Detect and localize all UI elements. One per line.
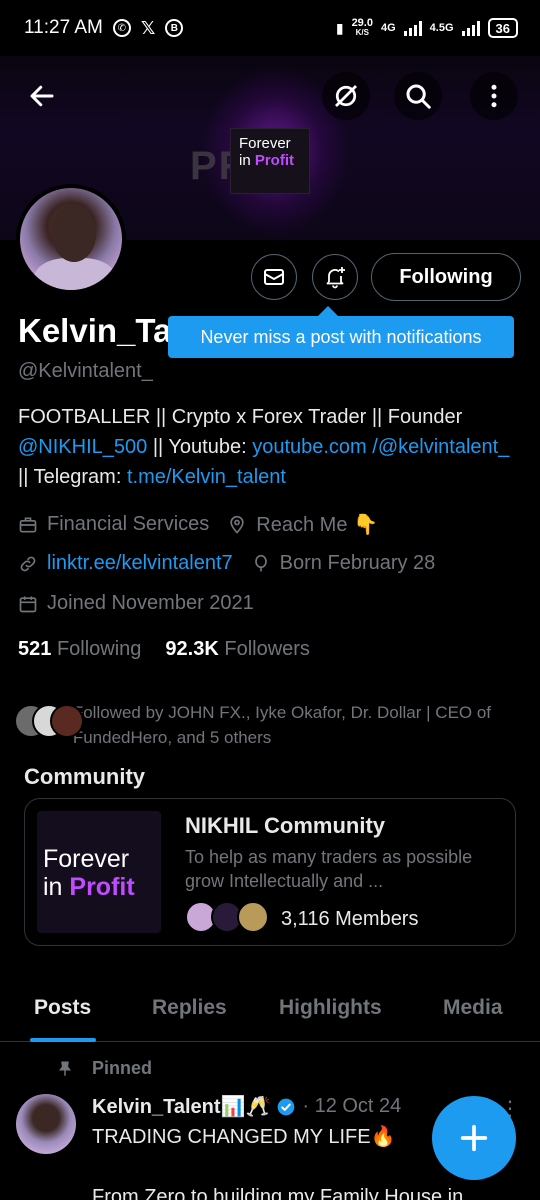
tab-highlights[interactable]: Highlights xyxy=(279,996,382,1020)
more-vertical-icon xyxy=(491,84,497,108)
bio-telegram-link[interactable]: t.me/Kelvin_talent xyxy=(127,466,286,488)
tab-replies[interactable]: Replies xyxy=(152,996,227,1020)
community-logo: Forever in Profit xyxy=(37,811,161,933)
search-icon xyxy=(406,84,431,109)
post-date: · 12 Oct 24 xyxy=(302,1095,402,1117)
website-link[interactable]: linktr.ee/kelvintalent7 xyxy=(47,552,233,575)
balloon-icon xyxy=(254,554,267,571)
followed-by-avatars xyxy=(14,704,84,740)
joined-label: Joined November 2021 xyxy=(47,592,254,614)
community-members: 3,116 Members xyxy=(185,901,418,937)
following-button[interactable]: Following xyxy=(371,253,521,301)
followed-by[interactable]: Followed by JOHN FX., Iyke Okafor, Dr. D… xyxy=(14,700,524,750)
community-heading: Community xyxy=(24,764,145,789)
profile-avatar[interactable] xyxy=(16,184,126,294)
battery-indicator: 36 xyxy=(487,18,518,38)
followed-by-text: Followed by JOHN FX., Iyke Okafor, Dr. D… xyxy=(72,703,492,747)
verified-badge-icon xyxy=(278,1098,295,1115)
link-icon xyxy=(20,556,36,571)
status-bar: 11:27 AM ✆ 𝕏 B ▮ 29.0 K/S 4G 4.5G 36 xyxy=(0,0,540,56)
tab-media[interactable]: Media xyxy=(443,996,503,1020)
more-button[interactable] xyxy=(470,72,518,120)
network-type-2: 4.5G xyxy=(429,22,454,34)
bio-mention-link[interactable]: @NIKHIL_500 xyxy=(18,436,147,458)
community-card[interactable]: Forever in Profit NIKHIL Community To he… xyxy=(24,798,516,946)
category-label: Financial Services xyxy=(47,513,210,535)
grok-icon xyxy=(335,85,357,107)
message-button[interactable] xyxy=(251,254,297,300)
whatsapp-icon: ✆ xyxy=(112,19,131,37)
network-type-1: 4G xyxy=(380,22,396,34)
follow-counts: 521 Following 92.3K Followers xyxy=(18,638,310,661)
profile-meta-row-1: Financial Services Reach Me 👇 xyxy=(18,512,378,537)
back-button[interactable] xyxy=(18,72,66,120)
user-handle: @Kelvintalent_ xyxy=(18,360,153,382)
followers-count[interactable]: 92.3K Followers xyxy=(165,638,310,661)
active-tab-indicator xyxy=(30,1038,96,1042)
community-description: To help as many traders as possible grow… xyxy=(185,847,473,891)
search-button[interactable] xyxy=(394,72,442,120)
signal-icon-2 xyxy=(461,20,480,36)
location-label: Reach Me 👇 xyxy=(256,514,378,536)
profile-meta-row-3: Joined November 2021 xyxy=(18,592,254,615)
display-name: Kelvin_Tal xyxy=(18,312,181,349)
birthday-label: Born February 28 xyxy=(279,552,436,574)
profile-tabs: Posts Replies Highlights Media xyxy=(0,980,540,1042)
back-arrow-icon xyxy=(30,85,54,107)
post-text: TRADING CHANGED MY LIFE🔥 xyxy=(92,1126,396,1148)
profile-bio: FOOTBALLER || Crypto x Forex Trader || F… xyxy=(18,406,510,488)
post-author[interactable]: Kelvin_Talent📊🥂 xyxy=(92,1094,270,1119)
status-time: 11:27 AM xyxy=(24,17,103,38)
banner-logo: Forever in Profit xyxy=(230,128,310,194)
tab-posts[interactable]: Posts xyxy=(34,996,91,1020)
avatar xyxy=(237,901,269,933)
network-speed: 29.0 K/S xyxy=(351,17,373,38)
post-text-line2: From Zero to building my Family House in xyxy=(92,1186,464,1200)
location-icon xyxy=(230,515,244,534)
plus-icon xyxy=(460,1124,488,1152)
x-icon: 𝕏 xyxy=(140,17,156,38)
pin-icon xyxy=(59,1061,71,1076)
member-avatars xyxy=(185,901,271,937)
notification-tooltip[interactable]: Never miss a post with notifications xyxy=(168,306,514,358)
avatar xyxy=(50,704,84,738)
compose-button[interactable] xyxy=(432,1096,516,1180)
bio-youtube-link[interactable]: youtube.com /@kelvintalent_ xyxy=(252,436,509,458)
pinned-label: Pinned xyxy=(56,1058,152,1079)
bell-plus-icon xyxy=(326,267,345,289)
grok-button[interactable] xyxy=(322,72,370,120)
briefcase-icon xyxy=(19,517,37,532)
post-header: Kelvin_Talent📊🥂 · 12 Oct 24 xyxy=(92,1094,401,1119)
mail-icon xyxy=(264,269,284,285)
community-title: NIKHIL Community xyxy=(185,813,386,838)
bitcoin-icon: B xyxy=(165,19,184,37)
profile-meta-row-2: linktr.ee/kelvintalent7 Born February 28 xyxy=(18,552,435,575)
following-count[interactable]: 521 Following xyxy=(18,638,141,661)
vibrate-icon: ▮ xyxy=(335,19,344,36)
signal-icon xyxy=(403,20,422,36)
notifications-button[interactable] xyxy=(312,254,358,300)
post-avatar[interactable] xyxy=(16,1094,76,1154)
calendar-icon xyxy=(19,596,37,612)
